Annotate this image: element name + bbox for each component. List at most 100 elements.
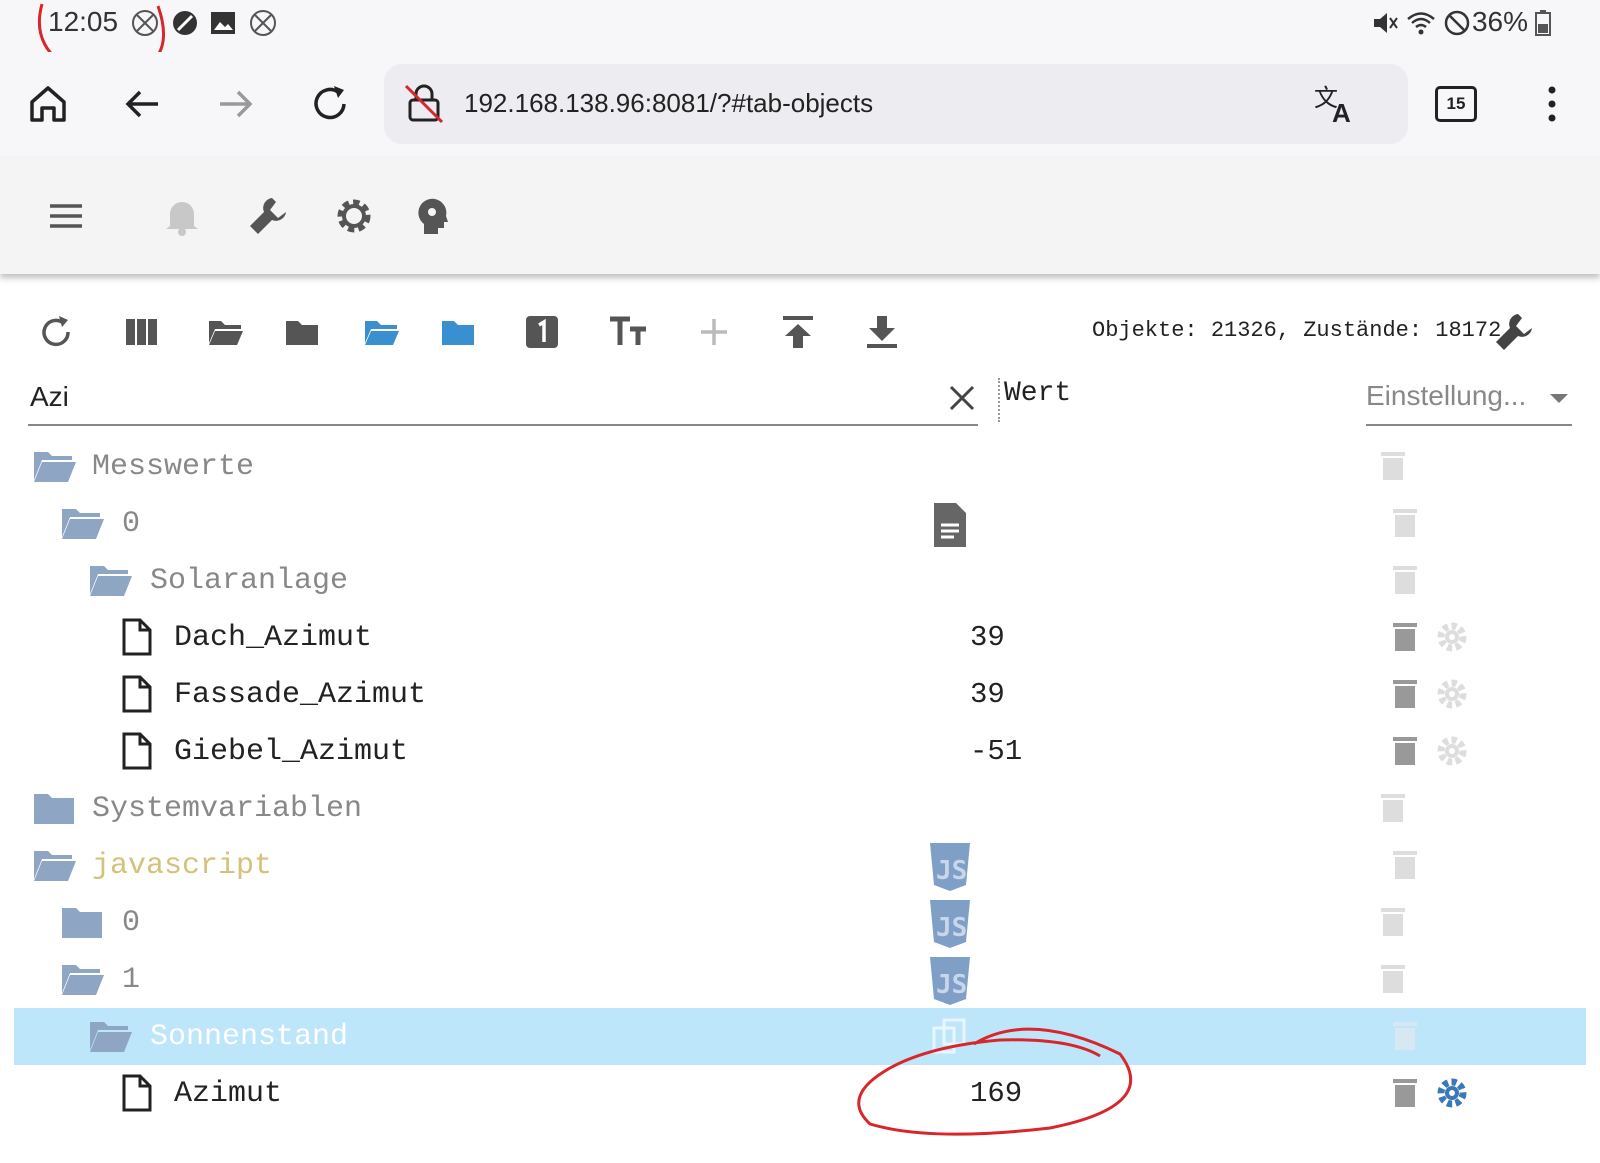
- column-header-value[interactable]: Wert: [998, 378, 1071, 422]
- notifications-button[interactable]: [154, 188, 210, 244]
- trash-icon[interactable]: [1392, 676, 1418, 710]
- wrench-icon: [250, 198, 286, 234]
- trash-icon[interactable]: [1380, 790, 1406, 824]
- insecure-lock-icon: [404, 84, 444, 124]
- reload-button[interactable]: [302, 76, 358, 132]
- collapse-level-button[interactable]: [432, 306, 484, 358]
- trash-icon[interactable]: [1392, 847, 1418, 881]
- home-icon: [30, 86, 66, 122]
- tree-row-fassade-azimut[interactable]: Fassade_Azimut 39: [14, 666, 1586, 723]
- tree-row-dach-azimut[interactable]: Dach_Azimut 39: [14, 609, 1586, 666]
- object-counts: Objekte: 21326, Zustände: 18172: [1092, 318, 1502, 343]
- folder-open-icon: [209, 321, 243, 345]
- tree-row-solaranlage[interactable]: Solaranlage: [14, 552, 1586, 609]
- browser-menu-button[interactable]: [1524, 76, 1580, 132]
- object-tools-button[interactable]: [1488, 306, 1540, 358]
- expand-all-button[interactable]: [200, 306, 252, 358]
- head-icon: [418, 198, 448, 234]
- battery-percent: 36%: [1471, 6, 1528, 37]
- gear-icon[interactable]: [1434, 1075, 1470, 1111]
- search-field[interactable]: [28, 372, 978, 426]
- search-input[interactable]: [28, 376, 912, 418]
- refresh-icon: [42, 316, 70, 347]
- toggle-description-button[interactable]: [602, 306, 654, 358]
- do-not-disturb-icon: [1444, 10, 1470, 36]
- home-button[interactable]: [20, 76, 76, 132]
- tabs-count: 15: [1435, 86, 1477, 122]
- collapse-all-button[interactable]: [276, 306, 328, 358]
- refresh-button[interactable]: [30, 306, 82, 358]
- folder-open-icon: [365, 321, 399, 345]
- tree-row-azimut[interactable]: Azimut 169: [14, 1065, 1586, 1122]
- hamburger-menu-icon: [50, 204, 82, 228]
- tree-row-systemvariablen[interactable]: Systemvariablen: [14, 780, 1586, 837]
- text-size-icon: [610, 316, 646, 345]
- folder-open-icon: [62, 965, 104, 995]
- upload-icon: [783, 316, 813, 348]
- address-bar[interactable]: 192.168.138.96:8081/?#tab-objects 文A: [384, 64, 1408, 144]
- gear-icon: [337, 199, 371, 233]
- state-value[interactable]: -51: [970, 735, 1022, 768]
- state-value[interactable]: 169: [970, 1077, 1022, 1110]
- menu-button[interactable]: [38, 188, 94, 244]
- toggle-states-button[interactable]: [516, 306, 568, 358]
- trash-icon[interactable]: [1392, 1018, 1418, 1052]
- tree-label: javascript: [92, 849, 273, 883]
- clear-search-button[interactable]: [942, 378, 982, 418]
- tree-label: Giebel_Azimut: [174, 735, 409, 769]
- url-text: 192.168.138.96:8081/?#tab-objects: [464, 88, 874, 118]
- settings-select-label: Einstellung...: [1366, 380, 1527, 411]
- expand-level-button[interactable]: [356, 306, 408, 358]
- trash-icon[interactable]: [1392, 619, 1418, 653]
- tree-row-sonnenstand[interactable]: Sonnenstand: [14, 1008, 1586, 1065]
- gear-icon[interactable]: [1434, 619, 1470, 655]
- tools-button[interactable]: [240, 188, 296, 244]
- tree-label: Messwerte: [92, 450, 255, 484]
- translate-icon[interactable]: 文A: [1312, 82, 1358, 126]
- tabs-button[interactable]: 15: [1428, 76, 1484, 132]
- plus-icon: [701, 319, 727, 345]
- document-icon: [934, 503, 966, 547]
- tree-label: Systemvariablen: [92, 792, 363, 826]
- tree-label: Sonnenstand: [150, 1020, 349, 1054]
- tree-row-javascript-0[interactable]: 0 JS: [14, 894, 1586, 951]
- mute-icon: [1374, 13, 1398, 33]
- tree-row-messwerte-0[interactable]: 0: [14, 495, 1586, 552]
- tree-row-javascript-1[interactable]: 1 JS: [14, 951, 1586, 1008]
- upload-button[interactable]: [772, 306, 824, 358]
- tree-row-messwerte[interactable]: Messwerte: [14, 438, 1586, 495]
- trash-icon[interactable]: [1392, 1075, 1418, 1109]
- app-toolbar: [0, 158, 1600, 274]
- tree-label: 0: [122, 906, 141, 940]
- copy-icon[interactable]: [926, 1012, 974, 1064]
- columns-button[interactable]: [116, 306, 168, 358]
- arrow-left-icon: [125, 90, 158, 118]
- folder-icon: [442, 321, 474, 345]
- trash-icon[interactable]: [1380, 448, 1406, 482]
- state-value[interactable]: 39: [970, 678, 1005, 711]
- gear-icon[interactable]: [1434, 676, 1470, 712]
- trash-icon[interactable]: [1380, 904, 1406, 938]
- download-button[interactable]: [856, 306, 908, 358]
- javascript-icon: JS: [930, 843, 970, 891]
- trash-icon[interactable]: [1392, 562, 1418, 596]
- trash-icon[interactable]: [1392, 733, 1418, 767]
- wifi-icon: [1407, 12, 1435, 35]
- settings-select[interactable]: Einstellung...: [1366, 372, 1572, 426]
- expert-mode-button[interactable]: [406, 188, 462, 244]
- image-icon: [211, 12, 235, 34]
- more-vert-icon: [1548, 86, 1556, 122]
- tree-label: Dach_Azimut: [174, 621, 373, 655]
- settings-button[interactable]: [326, 188, 382, 244]
- back-button[interactable]: [114, 76, 170, 132]
- add-object-button[interactable]: [688, 306, 740, 358]
- gear-icon[interactable]: [1434, 733, 1470, 769]
- state-value[interactable]: 39: [970, 621, 1005, 654]
- trash-icon[interactable]: [1380, 961, 1406, 995]
- svg-text:JS: JS: [936, 913, 967, 943]
- tree-row-giebel-azimut[interactable]: Giebel_Azimut -51: [14, 723, 1586, 780]
- trash-icon[interactable]: [1392, 505, 1418, 539]
- folder-open-icon: [34, 851, 76, 881]
- tree-row-javascript[interactable]: javascript JS: [14, 837, 1586, 894]
- forward-button[interactable]: [208, 76, 264, 132]
